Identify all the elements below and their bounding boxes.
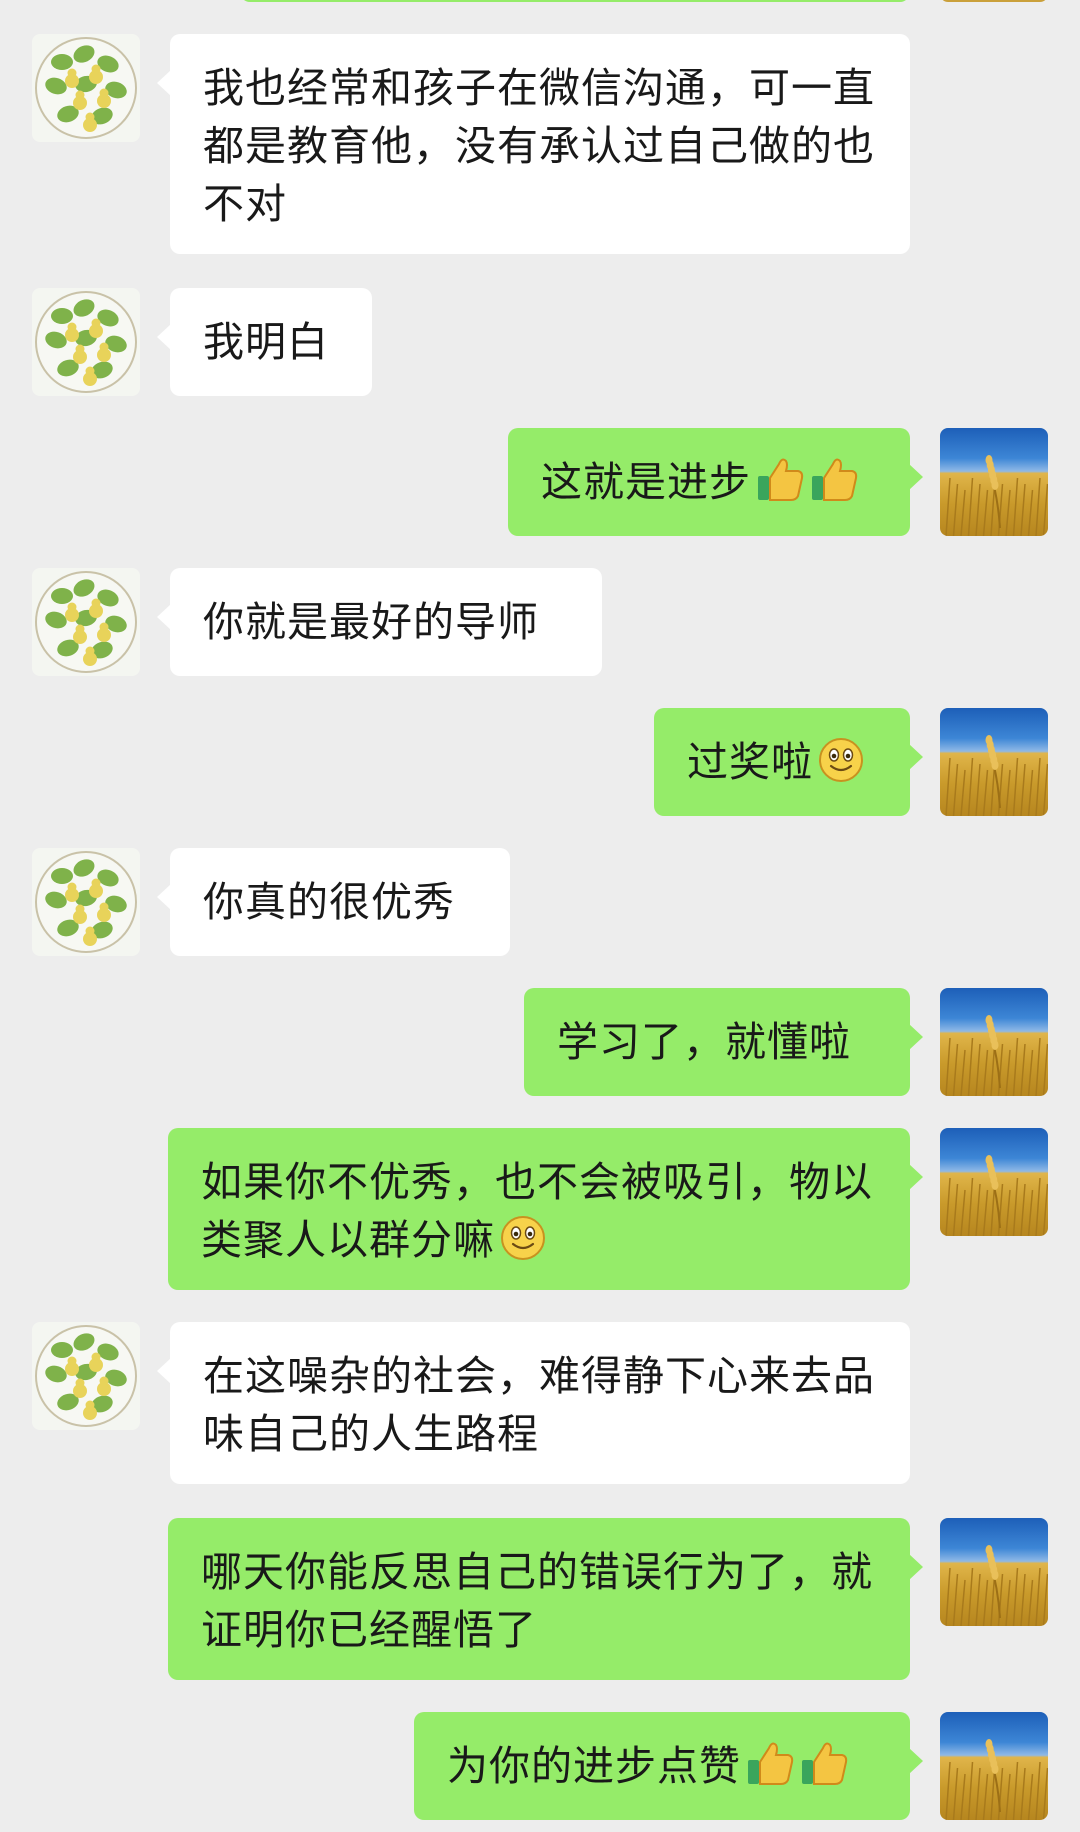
chat-history[interactable]: 我也经常和孩子在微信沟通，可一直都是教育他，没有承认过自己做的也不对 我明白 这… xyxy=(0,0,1080,1832)
wheat-field-avatar[interactable] xyxy=(940,1518,1048,1626)
message-bubble[interactable]: 你真的很优秀 xyxy=(157,848,510,956)
wheat-field-avatar[interactable] xyxy=(940,1128,1048,1236)
message-text: 我也经常和孩子在微信沟通，可一直都是教育他，没有承认过自己做的也不对 xyxy=(203,64,875,228)
gourd-plant-avatar[interactable] xyxy=(32,288,140,396)
previous-message-bubble-edge[interactable] xyxy=(240,0,910,2)
gourd-plant-avatar[interactable] xyxy=(32,568,140,676)
message-text: 为你的进步点赞 xyxy=(447,1742,741,1790)
message-bubble[interactable]: 学习了，就懂啦 xyxy=(524,988,923,1096)
previous-avatar-edge xyxy=(940,0,1048,2)
message-bubble[interactable]: 如果你不优秀，也不会被吸引，物以类聚人以群分嘛 xyxy=(168,1128,923,1290)
thumbs-up-icon xyxy=(755,454,805,519)
message-bubble[interactable]: 你就是最好的导师 xyxy=(157,568,602,676)
message-bubble[interactable]: 过奖啦 xyxy=(654,708,923,816)
wheat-field-avatar[interactable] xyxy=(940,1712,1048,1820)
message-text: 在这噪杂的社会，难得静下心来去品味自己的人生路程 xyxy=(203,1352,875,1458)
message-bubble[interactable]: 我也经常和孩子在微信沟通，可一直都是教育他，没有承认过自己做的也不对 xyxy=(157,34,910,254)
thumbs-up-icon xyxy=(745,1738,795,1803)
message-text: 你真的很优秀 xyxy=(203,878,455,926)
message-bubble[interactable]: 哪天你能反思自己的错误行为了，就证明你已经醒悟了 xyxy=(168,1518,923,1680)
smile-icon xyxy=(499,1214,547,1277)
wheat-field-avatar[interactable] xyxy=(940,708,1048,816)
message-text: 哪天你能反思自己的错误行为了，就证明你已经醒悟了 xyxy=(201,1548,873,1654)
message-bubble[interactable]: 在这噪杂的社会，难得静下心来去品味自己的人生路程 xyxy=(157,1322,910,1484)
wheat-field-avatar[interactable] xyxy=(940,428,1048,536)
wheat-field-avatar[interactable] xyxy=(940,988,1048,1096)
gourd-plant-avatar[interactable] xyxy=(32,34,140,142)
message-text: 我明白 xyxy=(203,318,329,366)
message-text: 过奖啦 xyxy=(687,738,813,786)
thumbs-up-icon xyxy=(809,454,859,519)
message-bubble[interactable]: 这就是进步 xyxy=(508,428,923,536)
gourd-plant-avatar[interactable] xyxy=(32,1322,140,1430)
message-text: 学习了，就懂啦 xyxy=(557,1018,851,1066)
gourd-plant-avatar[interactable] xyxy=(32,848,140,956)
smile-icon xyxy=(817,736,865,799)
message-text: 你就是最好的导师 xyxy=(203,598,539,646)
thumbs-up-icon xyxy=(799,1738,849,1803)
message-text: 这就是进步 xyxy=(541,458,751,506)
message-bubble[interactable]: 为你的进步点赞 xyxy=(414,1712,923,1820)
message-bubble[interactable]: 我明白 xyxy=(157,288,372,396)
